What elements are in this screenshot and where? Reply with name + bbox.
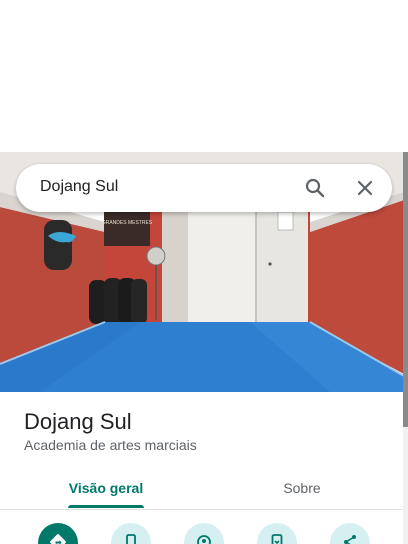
tab-overview[interactable]: Visão geral — [46, 466, 166, 510]
scrollbar[interactable] — [403, 152, 408, 544]
tab-selected-indicator — [68, 505, 144, 508]
save-button[interactable] — [184, 523, 224, 544]
send-to-phone-icon — [271, 534, 283, 544]
tab-bar: Visão geral Sobre — [0, 466, 403, 510]
search-icon[interactable] — [303, 176, 327, 200]
share-icon — [344, 535, 356, 544]
directions-button[interactable] — [38, 523, 78, 544]
tab-about[interactable]: Sobre — [242, 466, 362, 510]
map-blank-area — [0, 0, 408, 152]
scrollbar-thumb[interactable] — [403, 152, 408, 427]
call-button[interactable] — [111, 523, 151, 544]
send-to-phone-button[interactable] — [257, 523, 297, 544]
search-input[interactable]: Dojang Sul — [40, 178, 118, 196]
place-title: Dojang Sul — [24, 409, 132, 434]
close-icon[interactable] — [353, 176, 377, 200]
search-bar[interactable]: Dojang Sul — [16, 164, 392, 212]
share-button[interactable] — [330, 523, 370, 544]
save-icon — [197, 535, 211, 544]
directions-icon — [50, 534, 66, 544]
phone-icon — [126, 534, 136, 544]
place-category[interactable]: Academia de artes marciais — [24, 437, 197, 453]
photo-banner-text: GRANDES MESTRES — [102, 220, 153, 226]
